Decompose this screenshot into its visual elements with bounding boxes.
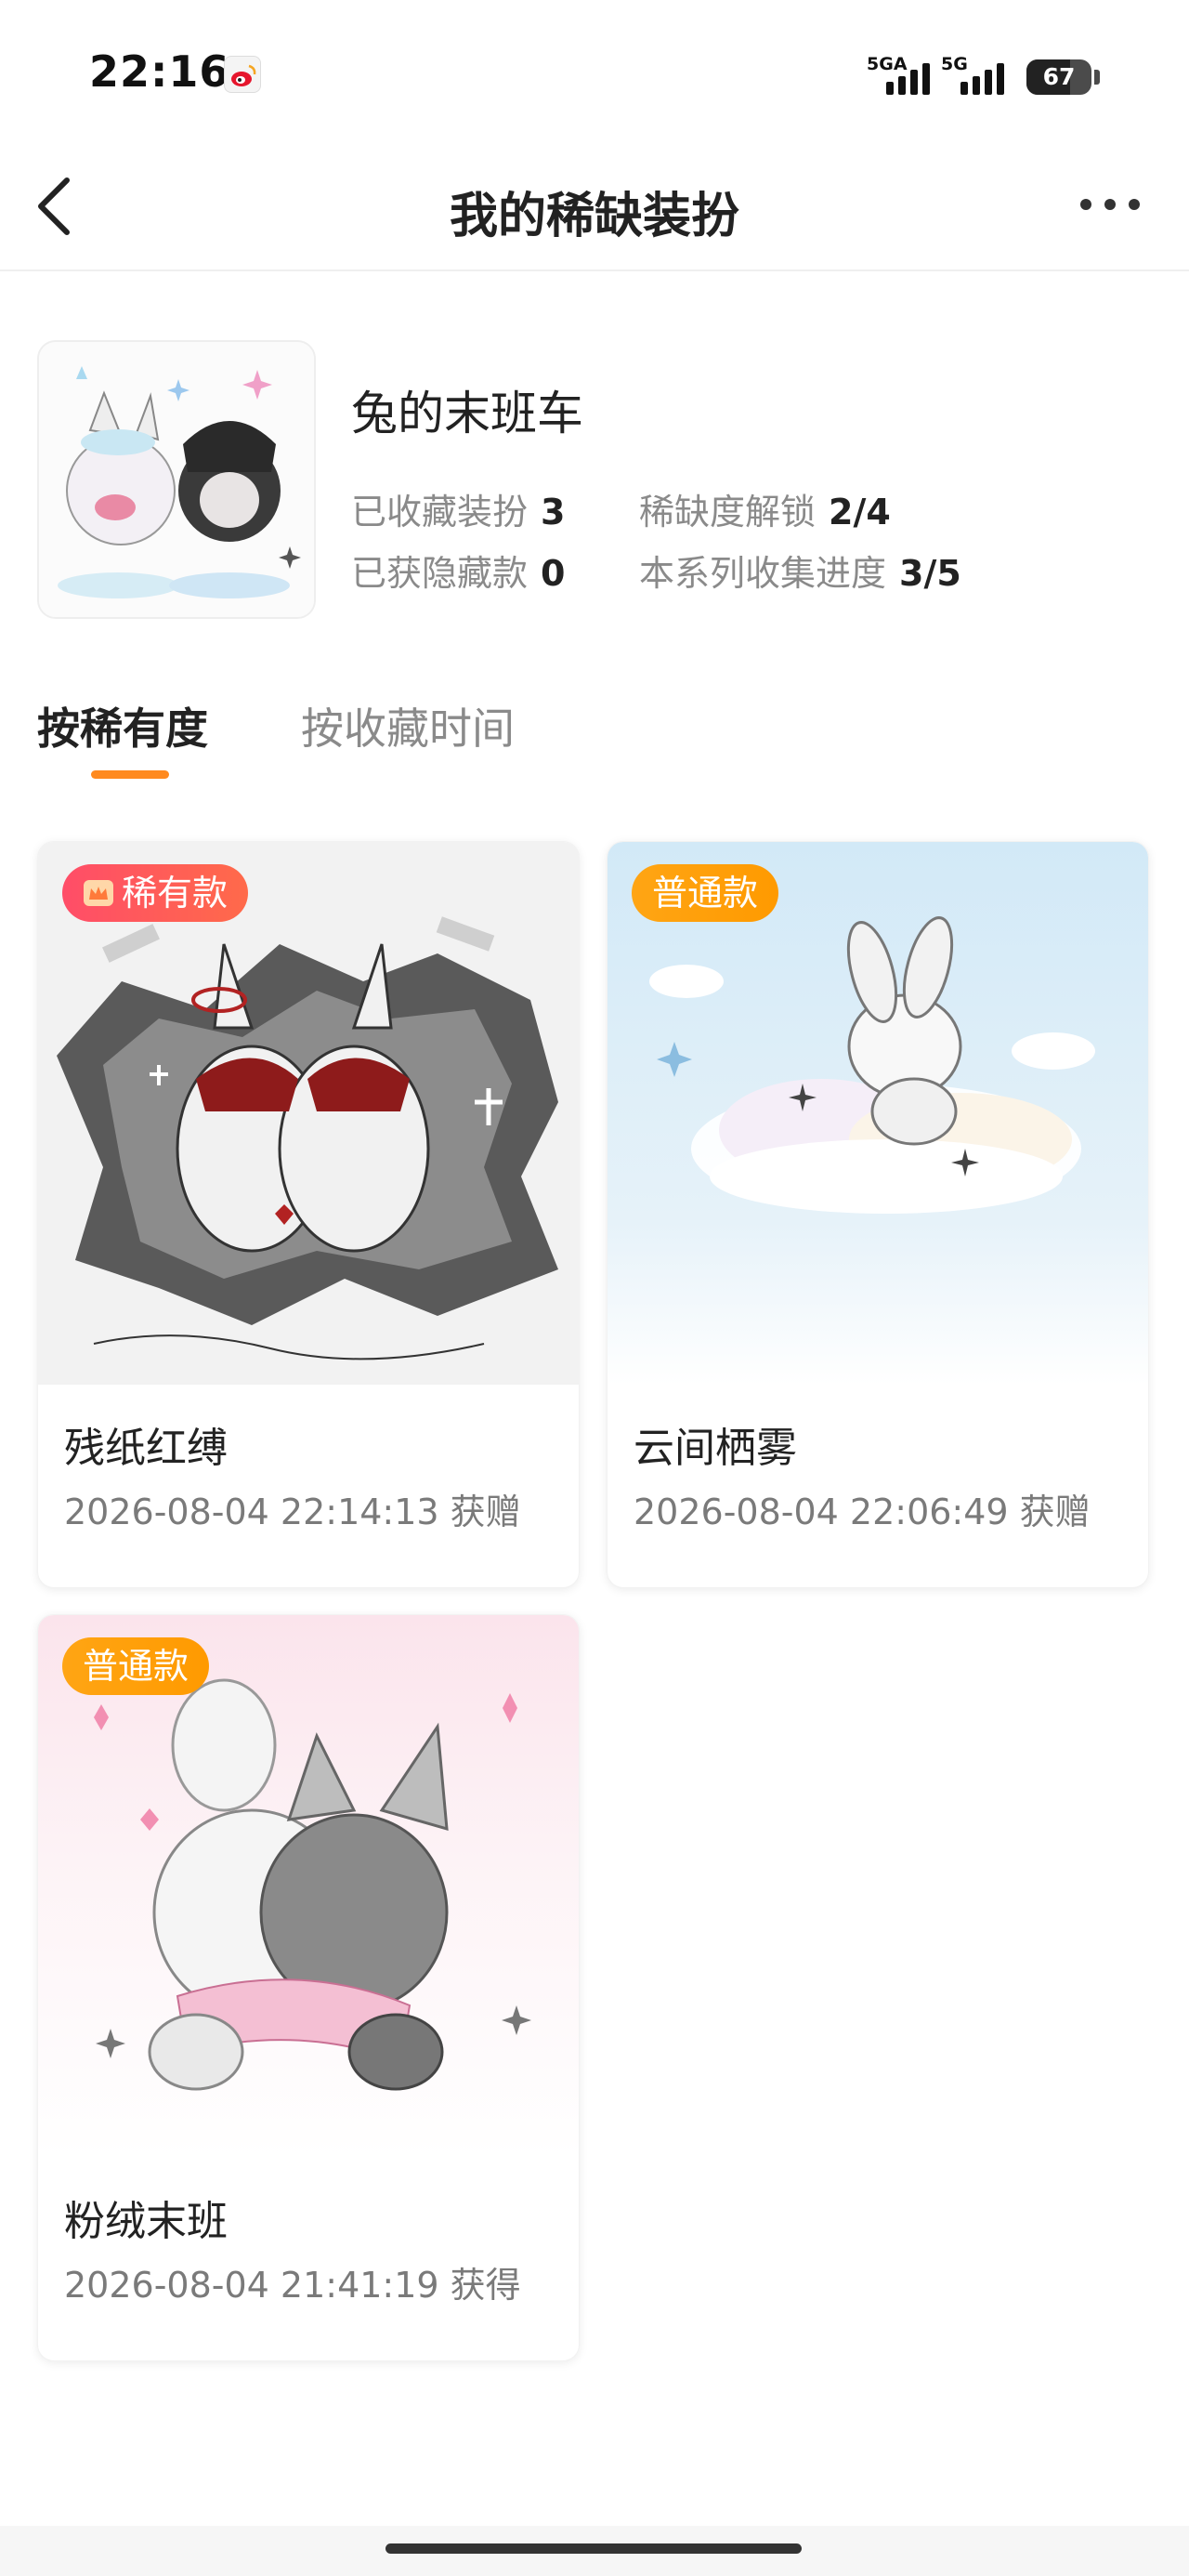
network-label-1: 5GA	[867, 54, 908, 74]
badge-label: 普通款	[83, 1646, 189, 1687]
rarity-badge: 稀有款	[62, 864, 249, 922]
badge-label: 普通款	[652, 873, 759, 913]
stat-hidden-value: 0	[541, 553, 566, 594]
stat-progress: 本系列收集进度 3/5	[639, 545, 961, 596]
network-label-2: 5G	[941, 54, 968, 74]
obtained-time: 2026-08-04 21:41:19 获得	[64, 2265, 521, 2306]
badge-label: 稀有款	[122, 873, 229, 913]
rarity-badge: 普通款	[62, 1637, 210, 1695]
stat-collected-value: 3	[541, 492, 566, 532]
outfit-image: 普通款	[608, 842, 1148, 1385]
page-title: 我的稀缺装扮	[449, 189, 739, 244]
status-time: 22:16	[89, 46, 230, 97]
stat-hidden-label: 已获隐藏款	[351, 553, 529, 594]
rarity-badge: 普通款	[632, 864, 779, 922]
stat-rarity-unlock-label: 稀缺度解锁	[639, 492, 817, 532]
battery-level: 67	[1042, 63, 1076, 90]
outfit-card[interactable]: 普通款 云间栖雾 2026-08-04 22:06:49 获赠	[607, 841, 1149, 1588]
navigation-bar: 我的稀缺装扮	[0, 139, 1189, 271]
outfit-name: 残纸红缚	[64, 1425, 228, 1472]
more-dots-icon	[1080, 199, 1091, 210]
obtained-time: 2026-08-04 22:14:13 获赠	[64, 1492, 521, 1532]
page: 22:16 5GA 5G 67 我的稀缺装扮 兔的末班车 已收藏装扮 3 稀缺度…	[0, 0, 1189, 2576]
crown-icon	[84, 880, 113, 906]
stat-collected-label: 已收藏装扮	[351, 492, 529, 532]
signal-5g-icon: 5G	[941, 54, 1004, 95]
stat-collected: 已收藏装扮 3	[351, 483, 565, 534]
outfit-name: 云间栖雾	[634, 1425, 797, 1472]
outfit-image: 普通款	[38, 1615, 579, 2158]
tab-active-indicator	[91, 770, 169, 779]
stat-rarity-unlock: 稀缺度解锁 2/4	[639, 483, 891, 534]
stat-progress-label: 本系列收集进度	[639, 553, 887, 594]
status-indicators: 5GA 5G 67	[867, 48, 1100, 95]
obtained-time: 2026-08-04 22:06:49 获赠	[634, 1492, 1091, 1532]
stat-rarity-unlock-value: 2/4	[829, 492, 891, 532]
stat-hidden: 已获隐藏款 0	[351, 545, 565, 596]
battery-icon: 67	[1026, 59, 1100, 95]
series-name: 兔的末班车	[351, 387, 583, 440]
outfit-image: 稀有款	[38, 842, 579, 1385]
outfit-name: 粉绒末班	[64, 2198, 228, 2245]
weibo-icon	[224, 56, 261, 93]
series-cover-image[interactable]	[37, 340, 316, 619]
tab-by-collect-time[interactable]: 按收藏时间	[301, 695, 515, 756]
home-indicator[interactable]	[385, 2543, 802, 2554]
signal-5ga-icon: 5GA	[867, 54, 930, 95]
outfit-card[interactable]: 普通款 粉绒末班 2026-08-04 21:41:19 获得	[37, 1614, 580, 2361]
tab-by-rarity[interactable]: 按稀有度	[37, 695, 208, 756]
more-button[interactable]	[1068, 181, 1152, 228]
stat-progress-value: 3/5	[899, 553, 961, 594]
status-bar: 22:16 5GA 5G 67	[0, 0, 1189, 139]
outfit-card[interactable]: 稀有款 残纸红缚 2026-08-04 22:14:13 获赠	[37, 841, 580, 1588]
